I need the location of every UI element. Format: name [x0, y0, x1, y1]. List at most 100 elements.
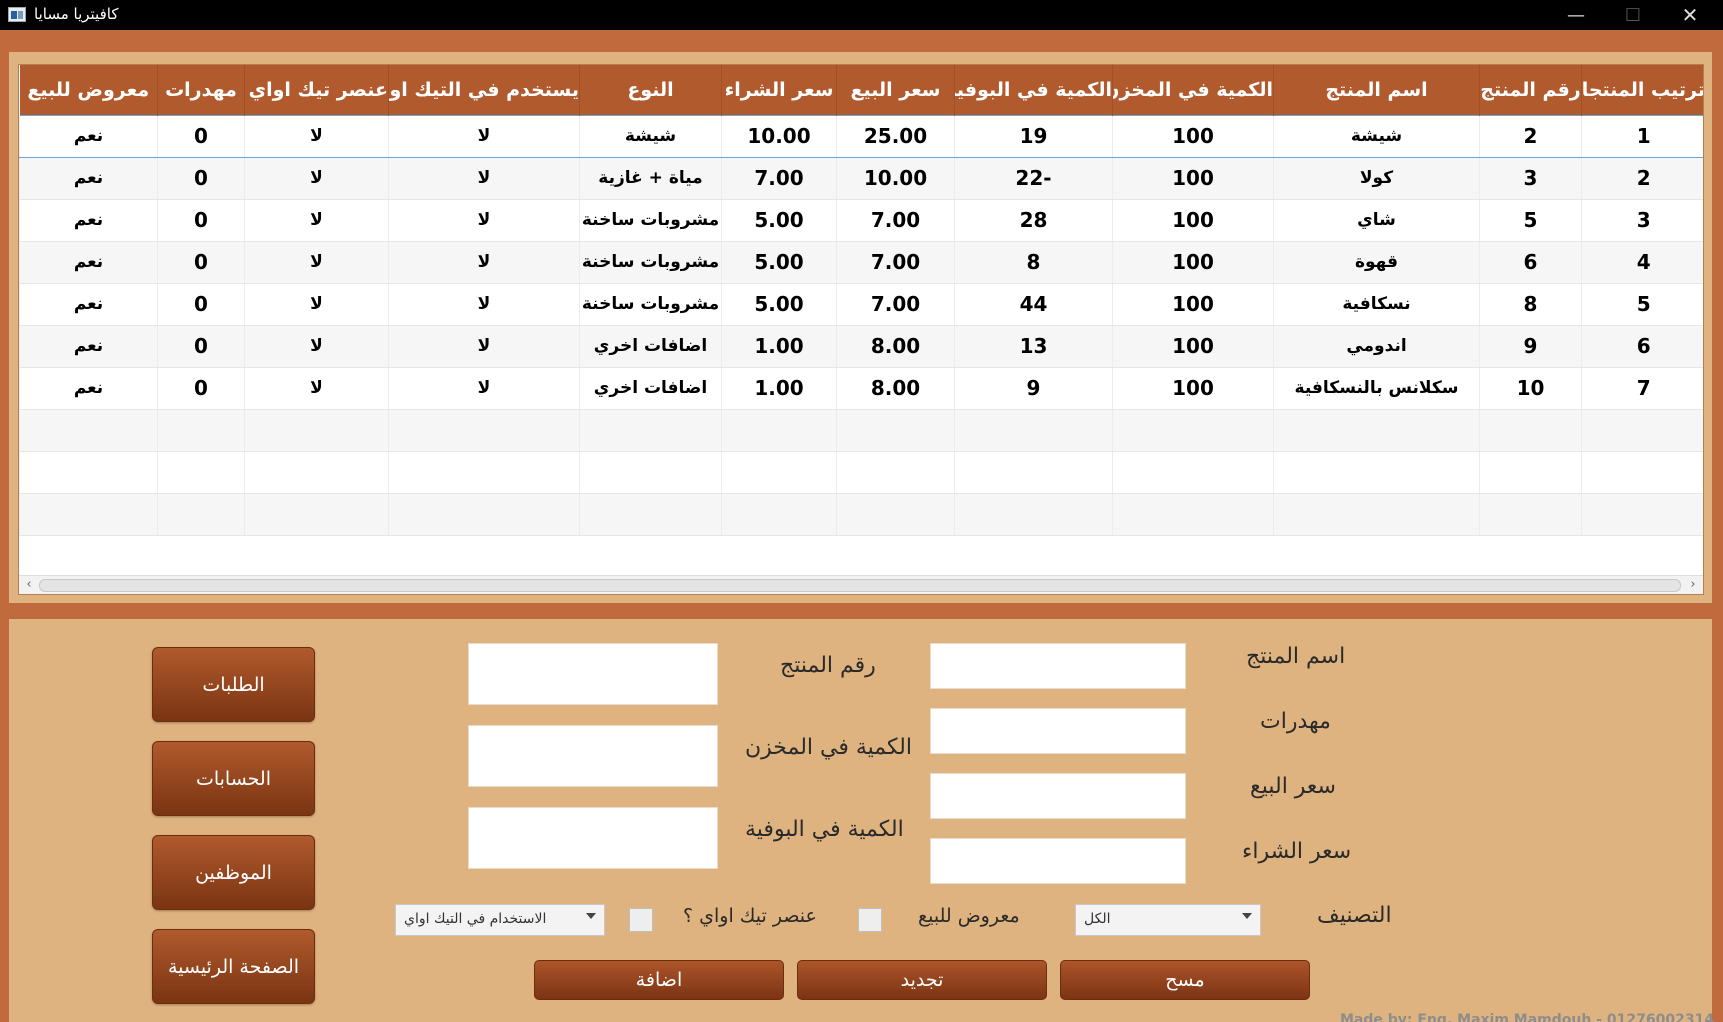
column-header-waste[interactable]: مهدرات [157, 65, 245, 115]
table-cell: 5 [1479, 199, 1582, 242]
clear-button[interactable]: مسح [1060, 960, 1310, 1000]
table-cell: 13 [954, 325, 1113, 368]
table-cell: مشروبات ساخنة [579, 283, 722, 326]
column-header-sell-price[interactable]: سعر البيع [836, 65, 955, 115]
table-cell: 1.00 [721, 367, 837, 410]
column-header-product-name[interactable]: اسم المنتج [1273, 65, 1480, 115]
developer-credit: Made by: Eng. Maxim Mamdouh - 0127600231… [1340, 1012, 1715, 1022]
category-select[interactable]: الكل [1075, 904, 1261, 936]
table-row[interactable]: 2 3 كولا 100 -22 10.00 7.00 مياة + غازية… [19, 157, 1703, 200]
table-cell: 7.00 [836, 199, 955, 242]
column-header-takeaway-item[interactable]: عنصر تيك اواي ؟ [244, 65, 389, 115]
takeaway-item-label: عنصر تيك اواي ؟ [683, 905, 817, 927]
table-cell: 100 [1112, 367, 1274, 410]
accounts-button[interactable]: الحسابات [152, 741, 315, 816]
table-cell: 6 [1479, 241, 1582, 284]
product-number-input[interactable] [468, 643, 718, 705]
table-cell: لا [244, 325, 389, 368]
scrollbar-thumb[interactable] [39, 579, 1681, 592]
column-header-order[interactable]: ترتيب المنتجات [1581, 65, 1703, 115]
column-header-type[interactable]: النوع [579, 65, 722, 115]
column-header-buffet-qty[interactable]: الكمية في البوفية [954, 65, 1113, 115]
product-form-panel: الطلبات الحسابات الموظفين الصفحة الرئيسي… [9, 619, 1715, 1022]
products-panel: ترتيب المنتجات رقم المنتج اسم المنتج الك… [9, 52, 1712, 603]
table-cell: 100 [1112, 325, 1274, 368]
table-cell: 3 [1581, 199, 1703, 242]
minimize-button[interactable]: — [1548, 0, 1604, 30]
scroll-right-icon[interactable]: › [1685, 577, 1701, 593]
table-cell: لا [388, 283, 580, 326]
chevron-down-icon [1242, 913, 1252, 919]
table-cell: قهوة [1273, 241, 1480, 284]
table-cell: 0 [157, 157, 245, 200]
table-cell: لا [388, 325, 580, 368]
buffet-qty-label: الكمية في البوفية [745, 817, 904, 842]
table-cell: 10.00 [721, 114, 837, 158]
takeaway-use-select[interactable]: الاستخدام في التيك اواي [395, 904, 605, 936]
update-button[interactable]: تجديد [797, 960, 1047, 1000]
waste-label: مهدرات [1260, 709, 1331, 734]
table-cell: لا [388, 241, 580, 284]
table-cell: 100 [1112, 283, 1274, 326]
table-row[interactable]: 5 8 نسكافية 100 44 7.00 5.00 مشروبات ساخ… [19, 283, 1703, 326]
stock-qty-input[interactable] [468, 725, 718, 787]
table-cell: 0 [157, 114, 245, 158]
add-button[interactable]: اضافة [534, 960, 784, 1000]
takeaway-item-checkbox[interactable] [629, 908, 653, 932]
for-sale-label: معروض للبيع [918, 905, 1020, 927]
table-header-row: ترتيب المنتجات رقم المنتج اسم المنتج الك… [19, 65, 1703, 115]
buffet-qty-input[interactable] [468, 807, 718, 869]
table-cell: نعم [19, 283, 158, 326]
table-cell: 100 [1112, 241, 1274, 284]
takeaway-use-select-value: الاستخدام في التيك اواي [404, 911, 547, 927]
table-cell: 7.00 [836, 241, 955, 284]
table-cell: 100 [1112, 114, 1274, 158]
horizontal-scrollbar[interactable]: ‹ › [19, 575, 1703, 594]
table-cell: 0 [157, 325, 245, 368]
column-header-buy-price[interactable]: سعر الشراء [721, 65, 837, 115]
table-cell: 7.00 [836, 283, 955, 326]
for-sale-checkbox[interactable] [858, 908, 882, 932]
orders-button[interactable]: الطلبات [152, 647, 315, 722]
column-header-for-sale[interactable]: معروض للبيع [19, 65, 158, 115]
table-cell: 19 [954, 114, 1113, 158]
product-name-input[interactable] [930, 643, 1186, 689]
table-row[interactable]: 1 2 شيشة 100 19 25.00 10.00 شيشة لا لا 0… [19, 114, 1703, 158]
column-header-used-in-takeaway[interactable]: يستخدم في التيك اواي [388, 65, 580, 115]
table-cell: 100 [1112, 199, 1274, 242]
product-name-label: اسم المنتج [1246, 644, 1346, 669]
table-cell: 0 [157, 367, 245, 410]
home-page-button[interactable]: الصفحة الرئيسية [152, 929, 315, 1004]
table-cell: 3 [1479, 157, 1582, 200]
table-cell: 5.00 [721, 283, 837, 326]
table-cell: 1.00 [721, 325, 837, 368]
column-header-stock-qty[interactable]: الكمية في المخزن [1112, 65, 1274, 115]
table-cell: لا [388, 199, 580, 242]
table-cell: مشروبات ساخنة [579, 241, 722, 284]
table-cell: شيشة [1273, 114, 1480, 158]
table-cell: 4 [1581, 241, 1703, 284]
table-cell: لا [244, 199, 389, 242]
scroll-left-icon[interactable]: ‹ [21, 577, 37, 593]
employees-button[interactable]: الموظفين [152, 835, 315, 910]
waste-input[interactable] [930, 708, 1186, 754]
column-header-product-number[interactable]: رقم المنتج [1479, 65, 1582, 115]
table-row[interactable]: 3 5 شاي 100 28 7.00 5.00 مشروبات ساخنة ل… [19, 199, 1703, 242]
table-cell: 9 [1479, 325, 1582, 368]
table-cell: لا [388, 157, 580, 200]
table-cell: سكلانس بالنسكافية [1273, 367, 1480, 410]
table-cell: شيشة [579, 114, 722, 158]
table-row[interactable]: 4 6 قهوة 100 8 7.00 5.00 مشروبات ساخنة ل… [19, 241, 1703, 284]
table-row[interactable]: 7 10 سكلانس بالنسكافية 100 9 8.00 1.00 ا… [19, 367, 1703, 410]
products-table-container: ترتيب المنتجات رقم المنتج اسم المنتج الك… [18, 64, 1704, 595]
maximize-button[interactable]: ☐ [1605, 0, 1661, 30]
table-cell: 100 [1112, 157, 1274, 200]
sell-price-input[interactable] [930, 773, 1186, 819]
table-row[interactable]: 6 9 اندومي 100 13 8.00 1.00 اضافات اخري … [19, 325, 1703, 368]
close-button[interactable]: ✕ [1662, 0, 1718, 30]
table-cell: 2 [1581, 157, 1703, 200]
buy-price-input[interactable] [930, 838, 1186, 884]
table-cell: 28 [954, 199, 1113, 242]
table-cell: 10.00 [836, 157, 955, 200]
table-cell: 2 [1479, 114, 1582, 158]
